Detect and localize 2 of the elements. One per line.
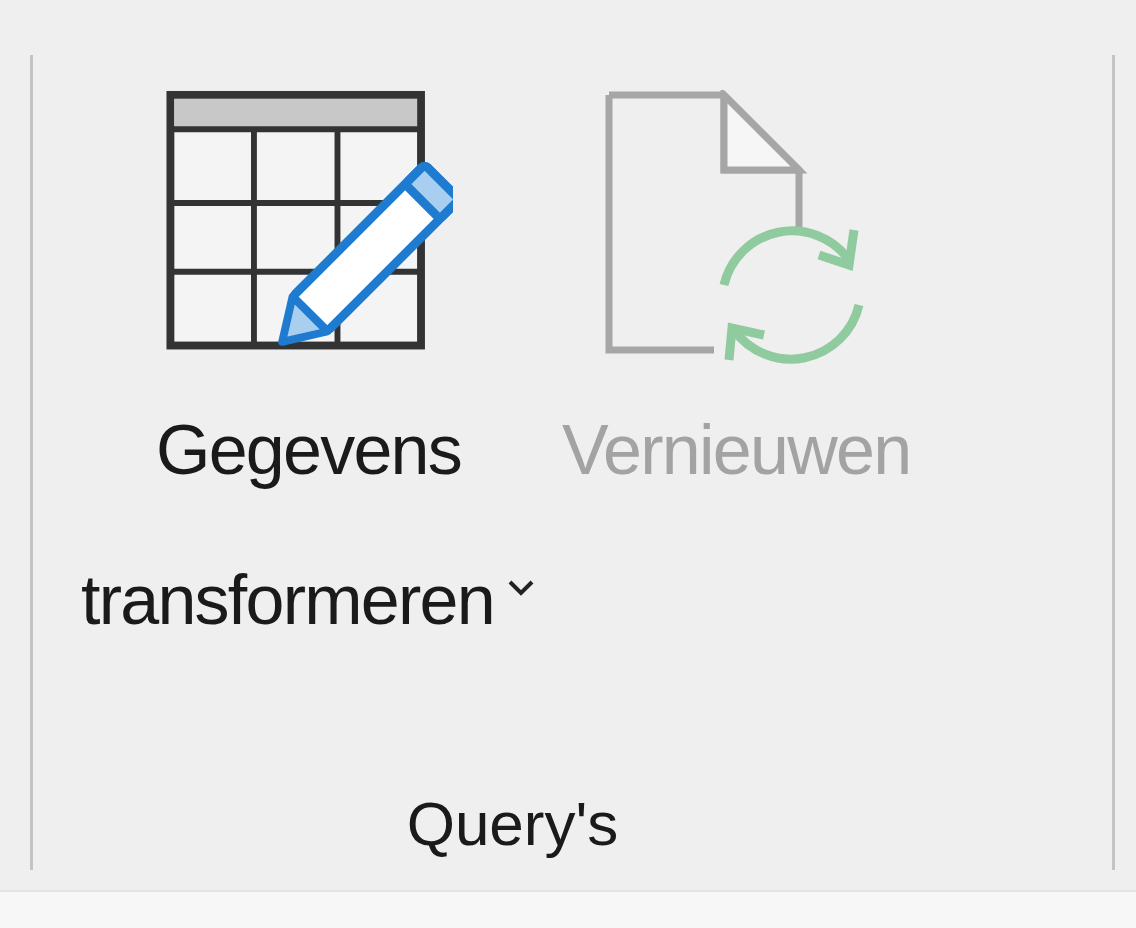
group-label: Query's xyxy=(406,788,620,860)
transform-data-button[interactable]: Gegevens transformeren xyxy=(73,90,544,675)
